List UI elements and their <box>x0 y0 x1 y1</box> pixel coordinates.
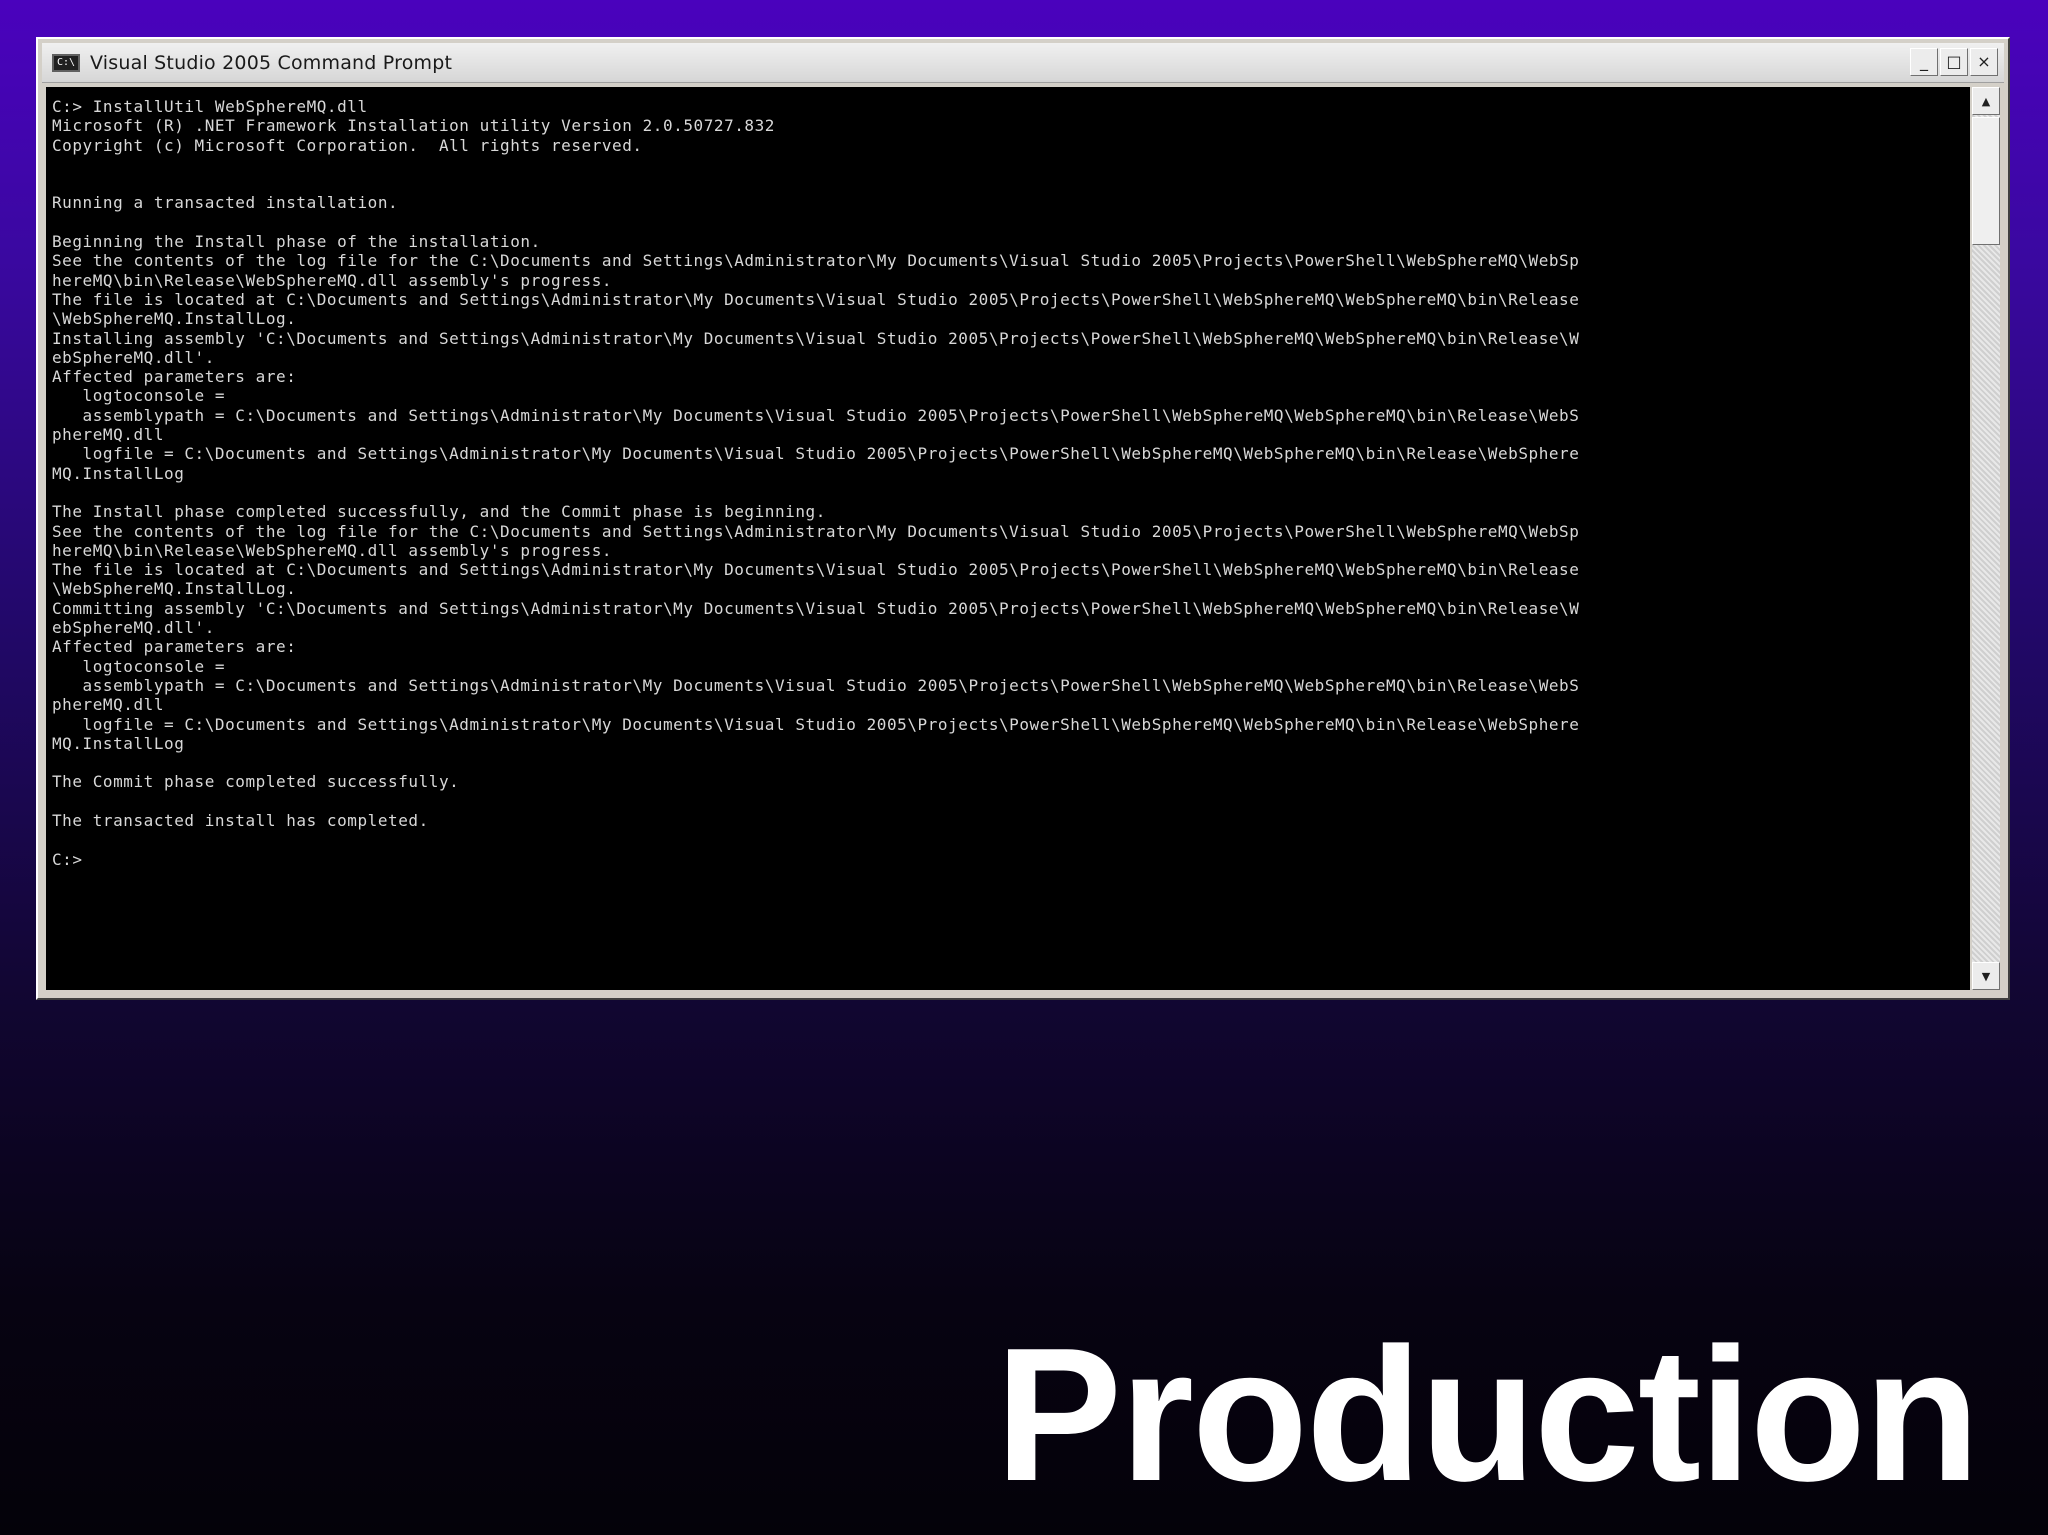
console-window-icon: C:\ <box>52 53 80 72</box>
window-controls: _ □ × <box>1910 48 1998 76</box>
scroll-up-button[interactable]: ▲ <box>1972 87 2000 115</box>
console-line: Affected parameters are: <box>52 637 297 657</box>
command-prompt-window[interactable]: C:\ Visual Studio 2005 Command Prompt _ … <box>36 37 2010 1000</box>
console-line: MQ.InstallLog <box>52 733 185 753</box>
console-line: See the contents of the log file for the… <box>52 251 1580 271</box>
console-line: \WebSphereMQ.InstallLog. <box>52 309 297 329</box>
console-text: C:> InstallUtil WebSphereMQ.dll Microsof… <box>52 97 1968 869</box>
console-line: Microsoft (R) .NET Framework Installatio… <box>52 116 775 136</box>
maximize-icon: □ <box>1946 52 1962 71</box>
console-line: Affected parameters are: <box>52 367 297 387</box>
console-line: phereMQ.dll <box>52 425 165 445</box>
console-line: assemblypath = C:\Documents and Settings… <box>52 675 1580 695</box>
console-line: phereMQ.dll <box>52 695 165 715</box>
window-title: Visual Studio 2005 Command Prompt <box>90 51 453 74</box>
console-line: Installing assembly 'C:\Documents and Se… <box>52 328 1580 348</box>
console-line: assemblypath = C:\Documents and Settings… <box>52 405 1580 425</box>
console-line: logfile = C:\Documents and Settings\Admi… <box>52 444 1580 464</box>
close-button[interactable]: × <box>1970 48 1998 76</box>
console-icon-glyph: C:\ <box>57 56 76 68</box>
vertical-scrollbar[interactable]: ▲ ▼ <box>1972 87 2000 990</box>
minimize-button[interactable]: _ <box>1910 48 1938 76</box>
console-line: The Commit phase completed successfully. <box>52 772 460 792</box>
console-line: hereMQ\bin\Release\WebSphereMQ.dll assem… <box>52 270 613 290</box>
console-line: ebSphereMQ.dll'. <box>52 347 215 367</box>
maximize-button[interactable]: □ <box>1940 48 1968 76</box>
console-line: The file is located at C:\Documents and … <box>52 289 1580 309</box>
scroll-down-icon: ▼ <box>1981 969 1991 983</box>
slide-title: Production <box>995 1309 1980 1521</box>
console-line: The transacted install has completed. <box>52 810 429 830</box>
console-output[interactable]: C:> InstallUtil WebSphereMQ.dll Microsof… <box>46 87 1970 990</box>
console-line: C:> InstallUtil WebSphereMQ.dll <box>52 97 368 116</box>
console-line: Beginning the Install phase of the insta… <box>52 232 541 252</box>
console-line: logtoconsole = <box>52 656 226 676</box>
scrollbar-thumb[interactable] <box>1972 117 2000 245</box>
console-line: logfile = C:\Documents and Settings\Admi… <box>52 714 1580 734</box>
console-line: Running a transacted installation. <box>52 193 399 213</box>
console-line: logtoconsole = <box>52 386 226 406</box>
console-line: Committing assembly 'C:\Documents and Se… <box>52 598 1580 618</box>
scroll-up-icon: ▲ <box>1981 94 1991 108</box>
console-line: Copyright (c) Microsoft Corporation. All… <box>52 135 643 155</box>
window-titlebar[interactable]: C:\ Visual Studio 2005 Command Prompt _ … <box>42 43 2004 83</box>
console-line: C:> <box>52 849 83 869</box>
console-line: ebSphereMQ.dll'. <box>52 618 215 638</box>
close-icon: × <box>1977 52 1991 71</box>
console-line: \WebSphereMQ.InstallLog. <box>52 579 297 599</box>
console-line: hereMQ\bin\Release\WebSphereMQ.dll assem… <box>52 540 613 560</box>
console-line: The file is located at C:\Documents and … <box>52 560 1580 580</box>
console-line: See the contents of the log file for the… <box>52 521 1580 541</box>
minimize-icon: _ <box>1920 52 1928 71</box>
scroll-down-button[interactable]: ▼ <box>1972 962 2000 990</box>
console-line: MQ.InstallLog <box>52 463 185 483</box>
console-line: The Install phase completed successfully… <box>52 502 826 522</box>
